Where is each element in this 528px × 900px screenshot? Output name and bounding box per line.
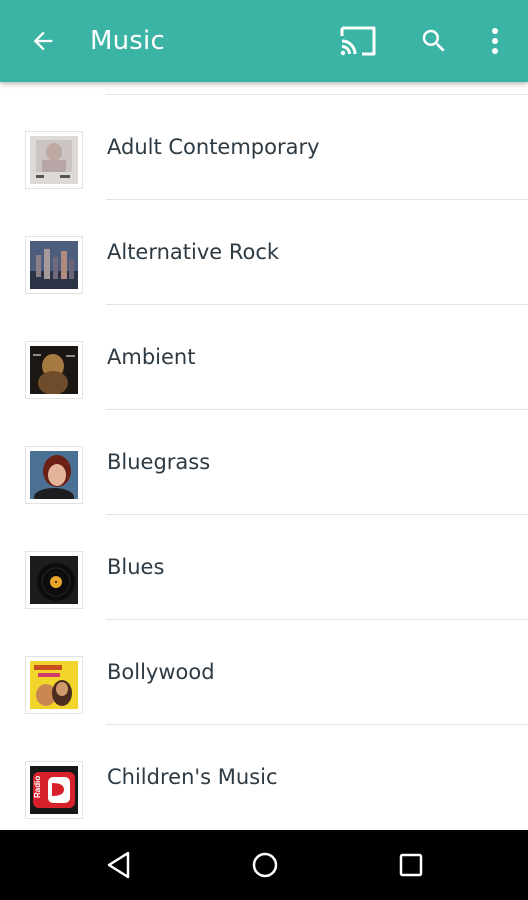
list-item-childrens-music[interactable]: Radio Children's Music [0, 725, 528, 830]
nav-back-button[interactable] [97, 844, 141, 886]
back-button[interactable] [24, 22, 62, 60]
album-art-bluegrass [25, 446, 83, 504]
search-icon [422, 29, 445, 52]
album-art-alternative-rock [25, 236, 83, 294]
nav-back-icon [107, 851, 130, 879]
nav-recents-button[interactable] [389, 844, 433, 886]
album-art-adult-contemporary [25, 131, 83, 189]
nav-home-button[interactable] [243, 844, 287, 886]
list-item-adult-contemporary[interactable]: Adult Contemporary [0, 95, 528, 200]
album-art-bollywood [25, 656, 83, 714]
list-item-bluegrass[interactable]: Bluegrass [0, 410, 528, 515]
cast-icon [340, 26, 376, 56]
cast-button[interactable] [334, 22, 382, 60]
list-item-ambient[interactable]: Ambient [0, 305, 528, 410]
album-art-blues [25, 551, 83, 609]
list-item-label: Alternative Rock [107, 240, 280, 264]
nav-recents-icon [399, 853, 423, 877]
arrow-back-icon [33, 31, 53, 51]
list-item-label: Bluegrass [107, 450, 211, 474]
svg-text:Radio: Radio [33, 776, 42, 798]
search-button[interactable] [414, 22, 454, 60]
list-item-label: Ambient [107, 345, 196, 369]
list-item-bollywood[interactable]: Bollywood [0, 620, 528, 725]
more-options-button[interactable] [482, 22, 508, 60]
app-bar: Music [0, 0, 528, 82]
system-nav-bar [0, 830, 528, 900]
album-art-childrens-music: Radio [25, 761, 83, 819]
album-art-ambient [25, 341, 83, 399]
more-vert-icon [492, 28, 498, 54]
list-item-blues[interactable]: Blues [0, 515, 528, 620]
list-item-alternative-rock[interactable]: Alternative Rock [0, 200, 528, 305]
list-item-label: Adult Contemporary [107, 135, 320, 159]
page-title: Music [90, 26, 165, 56]
list-item-label: Blues [107, 555, 165, 579]
genre-list[interactable]: Adult Contemporary Alternative Rock Ambi… [0, 82, 528, 830]
nav-home-icon [252, 852, 278, 878]
list-item-label: Bollywood [107, 660, 215, 684]
list-item-label: Children's Music [107, 765, 278, 789]
